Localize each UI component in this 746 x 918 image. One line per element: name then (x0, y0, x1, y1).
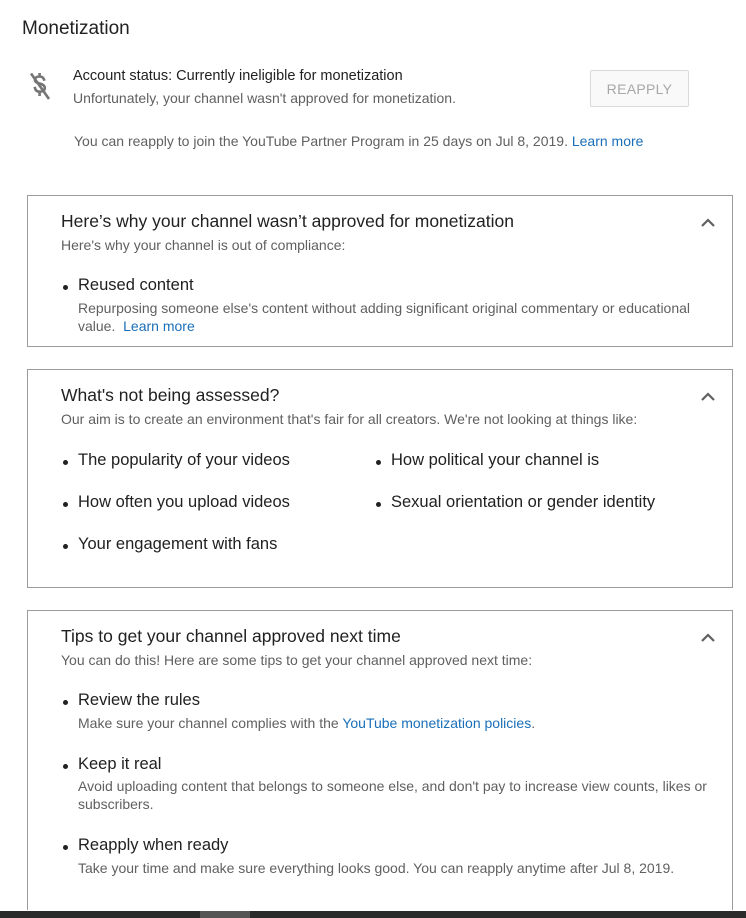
learn-more-link[interactable]: Learn more (123, 318, 195, 334)
card-title: Here’s why your channel wasn’t approved … (61, 211, 514, 231)
card-title: Tips to get your channel approved next t… (61, 626, 401, 646)
tip-description: Avoid uploading content that belongs to … (78, 777, 707, 813)
chevron-up-icon[interactable] (700, 390, 716, 402)
no-monetization-icon (26, 70, 54, 104)
card-subtitle: You can do this! Here are some tips to g… (61, 652, 533, 668)
list-item: The popularity of your videos (63, 451, 290, 469)
reason-description: Repurposing someone else's content witho… (78, 299, 690, 335)
reapply-note: You can reapply to join the YouTube Part… (74, 133, 643, 149)
card-subtitle: Our aim is to create an environment that… (61, 411, 638, 427)
reapply-note-text: You can reapply to join the YouTube Part… (74, 133, 568, 149)
list-item: How political your channel is (375, 451, 600, 469)
not-assessed-card: What's not being assessed? Our aim is to… (27, 369, 733, 588)
chevron-up-icon[interactable] (700, 631, 716, 643)
reason-title: Reused content (63, 276, 194, 294)
reason-desc-line1: Repurposing someone else's content witho… (78, 300, 691, 316)
list-item: How often you upload videos (63, 493, 290, 511)
page-title: Monetization (22, 18, 130, 39)
reason-desc-line2: value. Learn more (78, 317, 690, 335)
tip-title: Reapply when ready (62, 836, 229, 854)
reason-desc-line2-text: value. (78, 318, 116, 334)
card-title: What's not being assessed? (61, 385, 280, 405)
scrollbar-thumb[interactable] (200, 911, 250, 918)
account-status-detail: Unfortunately, your channel wasn't appro… (73, 90, 456, 106)
reapply-button[interactable]: REAPPLY (590, 70, 689, 107)
tip-desc-text: Make sure your channel complies with the (78, 715, 343, 731)
list-item: Sexual orientation or gender identity (375, 493, 656, 511)
horizontal-scrollbar[interactable] (0, 911, 746, 918)
tip-description: Take your time and make sure everything … (78, 860, 675, 876)
tip-description: Make sure your channel complies with the… (78, 714, 535, 732)
chevron-up-icon[interactable] (700, 216, 716, 228)
tip-title: Review the rules (63, 691, 200, 709)
monetization-policies-link[interactable]: YouTube monetization policies (342, 715, 531, 731)
tips-card: Tips to get your channel approved next t… (27, 610, 733, 910)
account-status-headline: Account status: Currently ineligible for… (73, 68, 403, 84)
learn-more-link[interactable]: Learn more (572, 133, 644, 149)
list-item: Your engagement with fans (62, 535, 278, 553)
tip-desc-suffix: . (531, 715, 536, 731)
tip-title: Keep it real (62, 755, 162, 773)
tip-desc-line2: subscribers. (78, 796, 154, 812)
not-approved-card: Here’s why your channel wasn’t approved … (27, 195, 733, 347)
tip-desc-line1: Avoid uploading content that belongs to … (78, 778, 707, 794)
monetization-page: Monetization Account status: Currently i… (0, 0, 746, 918)
card-subtitle: Here's why your channel is out of compli… (61, 237, 346, 253)
